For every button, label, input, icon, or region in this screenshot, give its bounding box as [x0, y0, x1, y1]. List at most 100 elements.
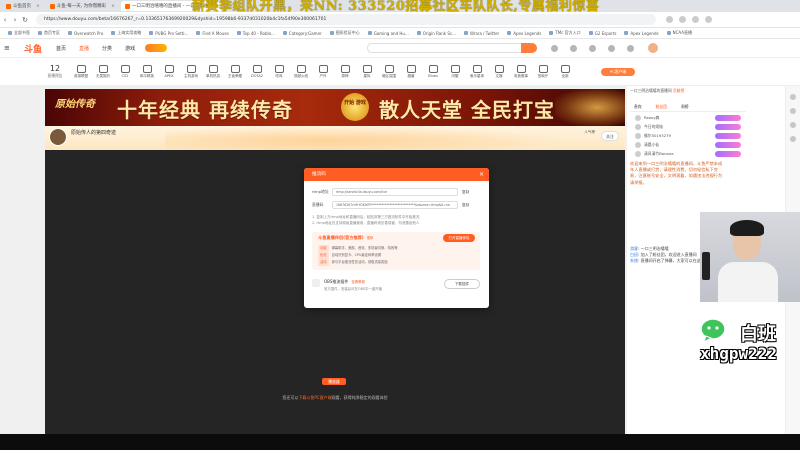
hamburger-menu-icon[interactable]: ≡: [4, 44, 12, 52]
category-item[interactable]: APEX: [158, 65, 180, 78]
broadcast-icon[interactable]: [608, 44, 616, 52]
search-button[interactable]: [521, 43, 538, 53]
category-item[interactable]: Blues: [422, 65, 444, 78]
streamer-avatar[interactable]: [49, 128, 67, 146]
follow-button[interactable]: 关注: [601, 131, 619, 141]
bookmark-item[interactable]: Wrara / Twitter: [463, 31, 499, 36]
browser-tab[interactable]: 斗鱼首页 ×: [2, 1, 44, 11]
close-icon[interactable]: ×: [479, 168, 484, 181]
follow-icon[interactable]: [570, 44, 578, 52]
category-icon: [538, 64, 548, 73]
category-item[interactable]: 暗区突围: [378, 64, 400, 79]
bookmark-item[interactable]: Find A Mouse: [196, 31, 229, 36]
bookmark-item[interactable]: 图形验证中心: [329, 30, 360, 36]
stream-key-field[interactable]: 16676267rHHYDKHIPY**********************…: [332, 201, 458, 209]
category-item[interactable]: 闪耀: [444, 64, 466, 79]
bookmark-item[interactable]: Apex Legends: [507, 31, 541, 36]
message-icon[interactable]: [627, 44, 635, 52]
bookmark-star-icon[interactable]: [666, 16, 673, 23]
copy-rtmp-button[interactable]: 复制: [462, 190, 469, 195]
category-item[interactable]: 放映厅: [532, 64, 554, 79]
bookmark-item[interactable]: G2 Esports: [588, 31, 616, 36]
page-icon: [111, 31, 116, 35]
banner-start-badge[interactable]: 开始 游戏: [341, 93, 369, 121]
player-button[interactable]: 播放器: [322, 378, 346, 385]
bookmark-item[interactable]: TMc 官方入口: [549, 30, 581, 36]
fan-list-item[interactable]: 清晨小仙: [635, 142, 741, 148]
category-item[interactable]: DOTA2: [246, 65, 268, 78]
back-icon[interactable]: ‹: [0, 15, 10, 25]
category-item[interactable]: 王者荣耀: [224, 64, 246, 79]
rtmp-row: rtmp地址 rtmp://sendtc3a.douyu.com/live 复制: [312, 188, 469, 196]
category-item[interactable]: 魔兽: [400, 64, 422, 79]
category-item[interactable]: 英雄联盟: [70, 64, 92, 79]
close-icon[interactable]: ×: [36, 4, 40, 9]
nav-category[interactable]: 分类: [102, 45, 112, 52]
promo-logo[interactable]: [145, 44, 168, 52]
bookmark-item[interactable]: NCAA直播: [666, 30, 692, 36]
plugin-tutorial-link[interactable]: 查看教程: [351, 280, 365, 284]
open-companion-button[interactable]: 打开直播伴侣: [443, 234, 475, 242]
copy-key-button[interactable]: 复制: [462, 203, 469, 208]
download-plugin-button[interactable]: 下载插件: [444, 279, 480, 289]
pc-client-button[interactable]: PC客户端: [601, 67, 635, 76]
category-item[interactable]: 户外: [312, 64, 334, 79]
category-item[interactable]: 鱼乐星球: [466, 64, 488, 79]
forward-icon[interactable]: ›: [10, 15, 20, 25]
url-input[interactable]: https://www.douyu.com/beta/16676267_r=0.…: [36, 14, 656, 25]
extensions-icon[interactable]: [679, 16, 686, 23]
bookmark-item[interactable]: PUBG Pro Setti...: [149, 31, 188, 36]
rtmp-url-field[interactable]: rtmp://sendtc3a.douyu.com/live: [332, 188, 458, 196]
nav-live[interactable]: 直播: [79, 45, 89, 52]
category-item[interactable]: 穿越火线: [290, 64, 312, 79]
category-item[interactable]: 单机热游: [202, 64, 224, 79]
fan-list-item[interactable]: 今日的烦恼: [635, 124, 741, 130]
category-item[interactable]: 吃鸡: [268, 64, 290, 79]
tab-vip[interactable]: 贵宾: [634, 104, 642, 110]
category-item[interactable]: CS2: [114, 65, 136, 78]
user-avatar[interactable]: [648, 43, 659, 53]
category-item[interactable]: 和平精英: [136, 64, 158, 79]
rank-badge[interactable]: 人气榜: [584, 130, 595, 135]
category-item[interactable]: 无畏契约: [92, 64, 114, 79]
search-input[interactable]: [367, 43, 538, 53]
task-icon[interactable]: [790, 108, 796, 114]
reload-icon[interactable]: ↻: [20, 15, 30, 25]
category-item[interactable]: 文娱: [488, 64, 510, 79]
fan-list-item[interactable]: 清风清竹Banana: [635, 151, 741, 157]
download-icon[interactable]: [589, 44, 597, 52]
site-logo[interactable]: 斗鱼: [24, 42, 42, 55]
bookmark-item[interactable]: Category:Gamer: [282, 31, 322, 36]
tab-fans[interactable]: 粉丝团: [656, 104, 667, 110]
gift-icon[interactable]: [790, 94, 796, 100]
category-item[interactable]: 电竞赛事: [510, 64, 532, 79]
bookmark-item[interactable]: Gaming and Hu...: [367, 31, 409, 36]
nav-games[interactable]: 游戏: [125, 45, 135, 52]
nav-home[interactable]: 首页: [56, 45, 66, 52]
bookmark-item[interactable]: 全部书签: [8, 30, 30, 36]
download-client-link[interactable]: 下载斗鱼PC客户端: [298, 395, 331, 400]
profile-icon[interactable]: [692, 16, 699, 23]
category-item[interactable]: 原神: [334, 64, 356, 79]
bookmark-item[interactable]: 首页专区: [38, 30, 60, 36]
live-schedule[interactable]: 12 直播预告: [40, 64, 70, 79]
fan-list-item[interactable]: Reoxy森: [635, 115, 741, 121]
settings-icon[interactable]: [790, 136, 796, 142]
bookmark-item[interactable]: Top 40 - Roblo...: [236, 31, 275, 36]
category-item[interactable]: 星际: [356, 64, 378, 79]
bookmark-item[interactable]: Apex Legends: [624, 31, 659, 36]
bookmark-item[interactable]: 上海实用攻略: [111, 30, 141, 36]
bookmark-item[interactable]: Overwatch Pro: [68, 31, 103, 36]
ad-banner[interactable]: 原始传奇 十年经典 再续传奇 开始 游戏 散人天堂 全民打宝: [45, 89, 625, 126]
contribution-rank-link[interactable]: 贡献榜: [673, 88, 684, 93]
close-icon[interactable]: ×: [111, 4, 115, 9]
fan-list-item[interactable]: 佛尔50193279: [635, 133, 741, 139]
category-item[interactable]: 全部: [554, 64, 576, 79]
bookmark-item[interactable]: Origin Rank Sc...: [416, 31, 456, 36]
more-menu-icon[interactable]: [705, 16, 712, 23]
share-icon[interactable]: [790, 122, 796, 128]
browser-tab[interactable]: 斗鱼·每一天, 为你而精彩 ×: [46, 1, 119, 11]
history-icon[interactable]: [551, 44, 559, 52]
tab-weekly[interactable]: 周榜: [681, 104, 689, 110]
category-item[interactable]: 主机游戏: [180, 64, 202, 79]
